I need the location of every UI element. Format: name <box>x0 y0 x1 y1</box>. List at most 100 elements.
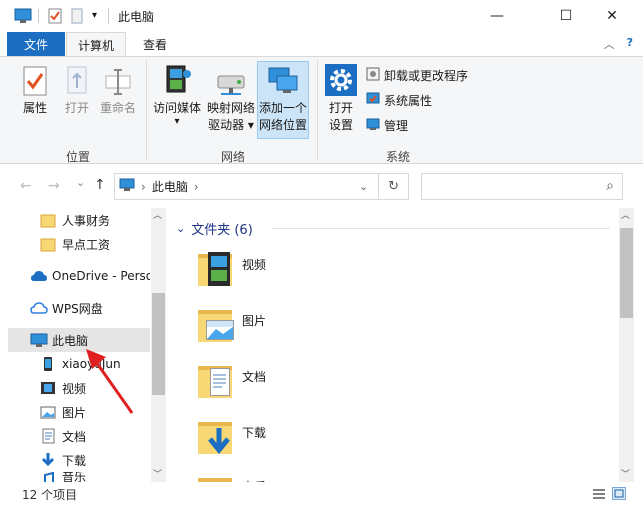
quick-access-dropdown-icon[interactable]: ▾ <box>92 10 97 21</box>
nav-item-label: 文档 <box>62 429 87 444</box>
scroll-up-icon[interactable]: ︿ <box>621 208 630 221</box>
network-location-icon <box>267 62 299 96</box>
access-media-label: 访问媒体 <box>152 101 201 115</box>
open-settings-label-line2: 设置 <box>328 118 353 132</box>
map-network-drive-label-line1: 映射网络 <box>206 101 255 115</box>
address-bar[interactable]: › 此电脑 › ⌄ ↻ <box>114 173 409 200</box>
file-name: 图片 <box>242 314 267 328</box>
large-icons-view-icon[interactable] <box>612 487 626 500</box>
document-folder-icon <box>196 360 238 402</box>
add-network-location-content[interactable]: 添加一个 网络位置 <box>257 62 309 134</box>
nav-item-personnel-finance[interactable]: 人事财务 <box>40 208 190 232</box>
new-folder-quick-icon[interactable] <box>71 8 83 24</box>
map-network-drive-label-line2: 驱动器 ▾ <box>208 118 254 132</box>
folder-documents[interactable]: 文档 <box>196 360 316 406</box>
up-button[interactable]: ↑ <box>94 177 106 193</box>
forward-button[interactable]: → <box>48 178 60 194</box>
nav-item-downloads[interactable]: 下载 <box>40 448 190 472</box>
collapse-ribbon-icon[interactable]: ︿ <box>604 36 615 52</box>
open-icon <box>61 62 93 96</box>
group-header-divider <box>272 228 610 229</box>
tab-file[interactable]: 文件 <box>7 32 65 56</box>
nav-item-early-salary[interactable]: 早点工资 <box>40 232 190 256</box>
help-icon[interactable]: ? <box>627 36 633 52</box>
uninstall-program-button[interactable]: 卸载或更改程序 <box>366 64 468 86</box>
back-button[interactable]: ← <box>20 178 32 194</box>
scroll-down-icon[interactable]: ﹀ <box>621 467 630 480</box>
nav-item-onedrive[interactable]: OneDrive - Perso <box>30 264 150 288</box>
maximize-button[interactable]: ☐ <box>543 0 589 32</box>
refresh-button[interactable]: ↻ <box>388 179 399 194</box>
computer-icon <box>30 332 48 348</box>
search-input[interactable] <box>426 175 600 199</box>
scroll-up-icon[interactable]: ︿ <box>153 208 162 221</box>
minimize-button[interactable]: — <box>474 0 520 32</box>
uninstall-icon <box>366 67 380 84</box>
window-title: 此电脑 <box>118 10 155 24</box>
open-settings-label-line1: 打开 <box>328 101 353 115</box>
nav-item-label: 音乐 <box>62 472 87 482</box>
nav-item-wps-drive[interactable]: WPS网盘 <box>30 296 150 320</box>
system-properties-button[interactable]: 系统属性 <box>366 89 432 111</box>
folder-videos[interactable]: 视频 <box>196 248 316 294</box>
group-header-folders[interactable]: ⌄ 文件夹 (6) <box>176 219 253 238</box>
search-icon[interactable]: ⌕ <box>606 178 614 194</box>
content-scroll-thumb[interactable] <box>620 228 633 318</box>
breadcrumb-chevron[interactable]: › <box>194 180 199 194</box>
picture-icon <box>40 404 56 420</box>
phone-icon <box>40 356 56 372</box>
map-network-drive-button[interactable]: 映射网络 驱动器 ▾ <box>204 62 258 134</box>
open-button[interactable]: 打开 <box>60 62 94 117</box>
group-separator <box>317 60 318 160</box>
add-network-location-label-line2: 网络位置 <box>258 118 307 132</box>
properties-quick-icon[interactable] <box>48 8 62 24</box>
folder-pictures[interactable]: 图片 <box>196 304 316 350</box>
system-properties-label: 系统属性 <box>384 93 433 108</box>
annotation-arrow <box>80 345 140 420</box>
file-name: 音乐 <box>242 478 266 482</box>
group-label-location: 位置 <box>65 150 90 164</box>
scroll-down-icon[interactable]: ﹀ <box>153 467 162 480</box>
tab-computer[interactable]: 计算机 <box>66 32 126 57</box>
open-label: 打开 <box>64 101 89 115</box>
manage-button[interactable]: 管理 <box>366 114 408 136</box>
breadcrumb-chevron[interactable]: › <box>141 180 146 194</box>
network-drive-icon <box>215 62 247 96</box>
manage-icon <box>366 117 380 134</box>
nav-item-music[interactable]: 音乐 <box>40 472 190 482</box>
details-view-icon[interactable] <box>592 488 606 503</box>
rename-label: 重命名 <box>99 101 136 115</box>
video-folder-icon <box>196 248 238 290</box>
properties-button[interactable]: 属性 <box>18 62 52 117</box>
nav-item-label: 早点工资 <box>62 237 111 252</box>
file-name: 下载 <box>242 426 267 440</box>
rename-button[interactable]: 重命名 <box>97 62 139 117</box>
nav-item-documents[interactable]: 文档 <box>40 424 190 448</box>
picture-folder-icon <box>196 304 238 346</box>
folder-icon <box>40 236 56 252</box>
manage-label: 管理 <box>384 118 409 133</box>
document-icon <box>40 428 56 444</box>
access-media-button[interactable]: 访问媒体 ▾ <box>151 62 203 127</box>
properties-icon <box>19 62 51 96</box>
folder-music[interactable]: 音乐 <box>196 472 316 482</box>
close-button[interactable]: ✕ <box>589 0 635 32</box>
computer-icon <box>119 178 135 195</box>
download-icon <box>40 452 56 468</box>
cloud-icon <box>30 268 47 284</box>
folder-downloads[interactable]: 下载 <box>196 416 316 462</box>
chevron-down-icon: ⌄ <box>176 222 186 235</box>
tab-view[interactable]: 查看 <box>132 32 178 56</box>
uninstall-label: 卸载或更改程序 <box>384 68 469 83</box>
nav-item-label: WPS网盘 <box>52 301 103 316</box>
breadcrumb-this-pc[interactable]: 此电脑 <box>152 178 188 195</box>
nav-pane-scroll-thumb[interactable] <box>152 293 165 395</box>
separator <box>38 9 39 23</box>
group-separator <box>146 60 147 160</box>
address-dropdown-icon[interactable]: ⌄ <box>359 180 368 193</box>
separator <box>108 8 109 24</box>
computer-icon <box>14 8 32 24</box>
open-settings-button[interactable]: 打开 设置 <box>322 62 360 134</box>
recent-locations-dropdown[interactable]: ⌄ <box>76 176 85 189</box>
search-box[interactable]: ⌕ <box>421 173 623 200</box>
